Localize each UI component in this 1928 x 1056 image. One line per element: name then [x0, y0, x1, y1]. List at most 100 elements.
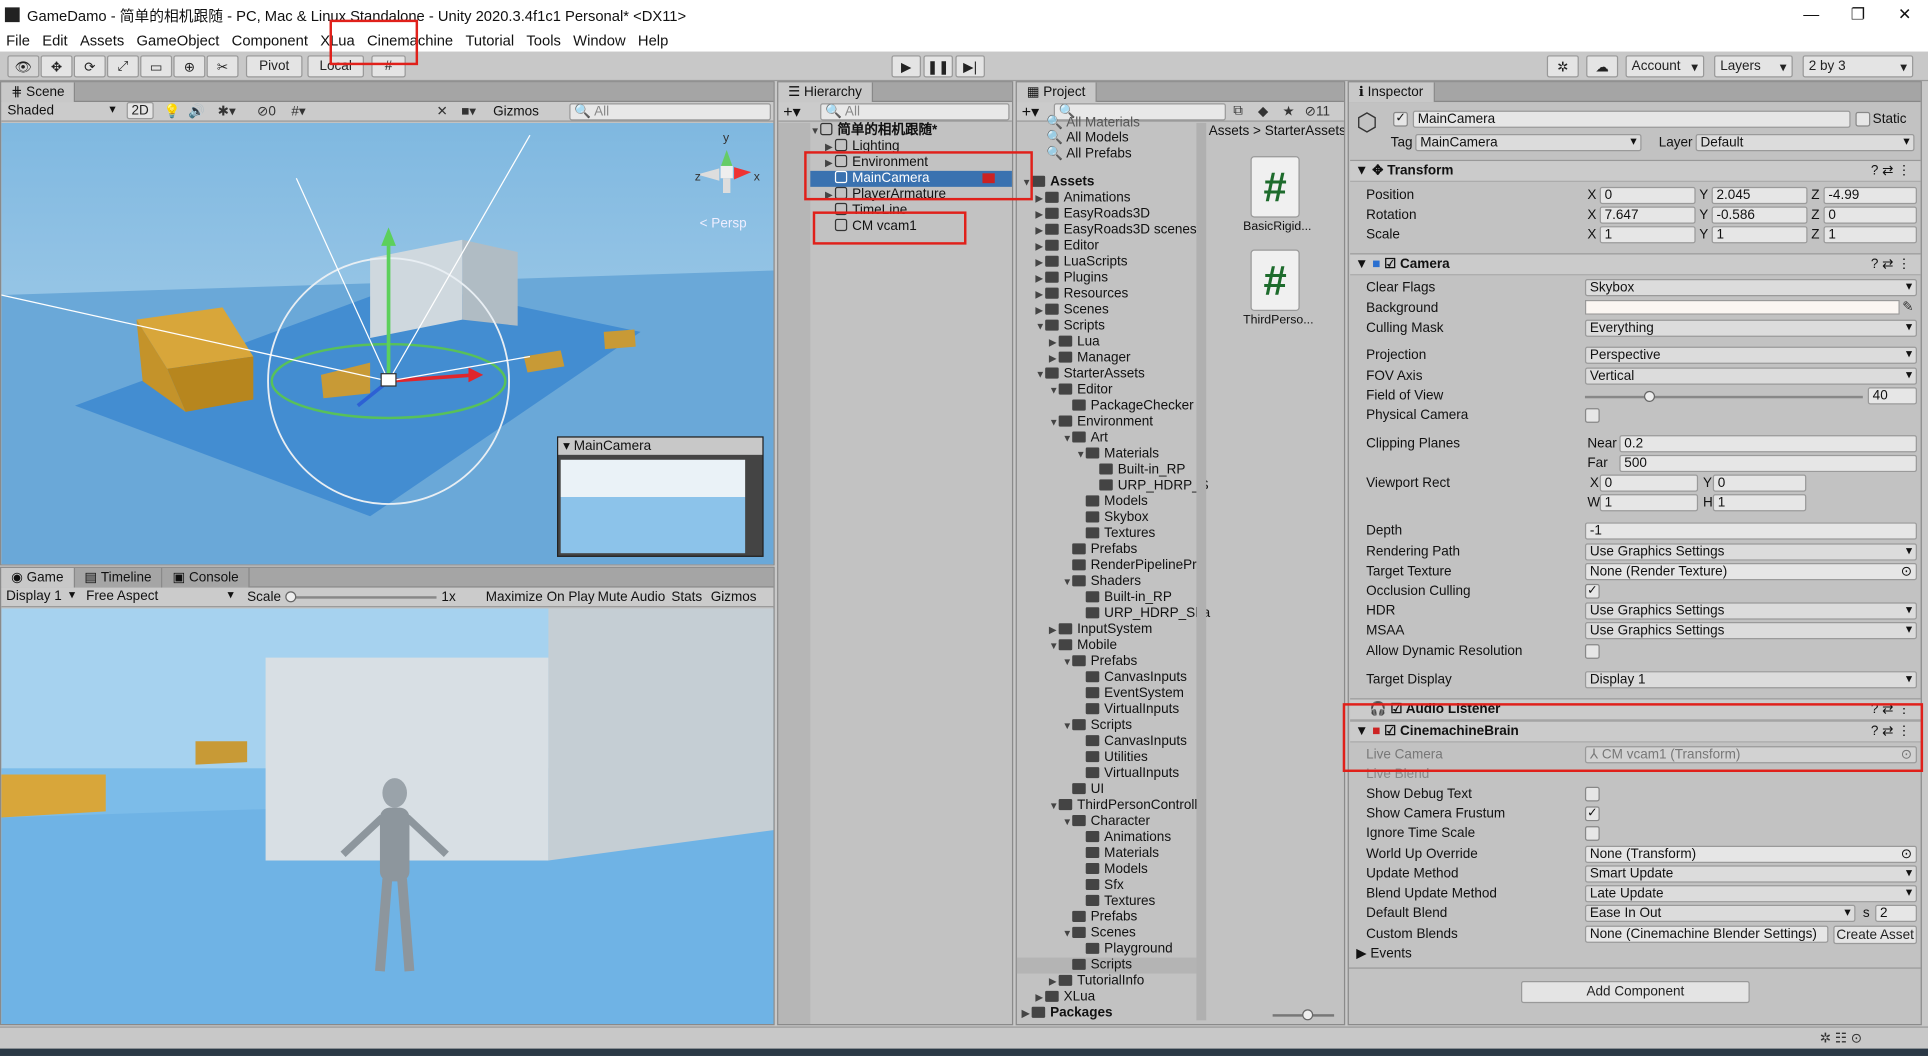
project-folder-row[interactable]: ▶ EasyRoads3D [1035, 207, 1150, 223]
fold-arrow-icon[interactable]: ▶ [1035, 270, 1045, 286]
fold-arrow-icon[interactable]: ▼ [1076, 446, 1086, 462]
fold-arrow-icon[interactable]: ▼ [1035, 366, 1045, 382]
scene-root-row[interactable]: ▼ 简单的相机跟随* [810, 122, 937, 139]
camera-header[interactable]: ▼ ■ ☑ Camera? ⇄ ⋮ [1350, 253, 1921, 276]
default-blend-dropdown[interactable]: Ease In Out [1584, 904, 1856, 922]
fold-arrow-icon[interactable]: ▶ [1035, 990, 1045, 1006]
tag-dropdown[interactable]: MainCamera [1415, 133, 1642, 152]
project-folder-row[interactable]: Scripts [1016, 957, 1197, 974]
blend-time-field[interactable]: 2 [1875, 904, 1917, 922]
project-folder-row[interactable]: ▼ Scripts [1062, 718, 1132, 734]
show-debug-text-checkbox[interactable] [1584, 786, 1600, 802]
position-y-field[interactable]: 2.045 [1711, 186, 1808, 205]
target-display-dropdown[interactable]: Display 1 [1584, 671, 1917, 689]
culling-mask-dropdown[interactable]: Everything [1584, 319, 1917, 337]
audio-icon[interactable]: 🔊 [188, 103, 205, 119]
project-folder-row[interactable]: ▼ Scripts [1035, 318, 1105, 334]
pivot-toggle[interactable]: Pivot [245, 55, 303, 78]
project-folder-row[interactable]: ▼ Prefabs [1062, 654, 1137, 670]
create-asset-button[interactable]: Create Asset [1833, 925, 1917, 945]
fold-arrow-icon[interactable]: ▶ [1035, 191, 1045, 207]
viewport-w-field[interactable]: 1 [1599, 494, 1699, 512]
project-folder-row[interactable]: PackageChecker [1062, 398, 1194, 414]
minimize-button[interactable]: — [1788, 0, 1835, 30]
project-folder-row[interactable]: Utilities [1076, 750, 1148, 766]
mute-audio-toggle[interactable]: Mute Audio [598, 590, 666, 606]
menu-tools[interactable]: Tools [520, 32, 567, 49]
project-folder-row[interactable]: ▶ XLua [1035, 990, 1095, 1006]
maximize-on-play-toggle[interactable]: Maximize On Play [486, 590, 595, 606]
object-name-field[interactable]: MainCamera [1412, 110, 1851, 128]
viewport-x-field[interactable]: 0 [1599, 474, 1699, 492]
clear-flags-dropdown[interactable]: Skybox [1584, 279, 1917, 297]
near-field[interactable]: 0.2 [1619, 435, 1917, 453]
project-folder-row[interactable]: ▼ Shaders [1062, 574, 1141, 590]
fold-arrow-icon[interactable]: ▼ [1062, 926, 1072, 942]
position-z-field[interactable]: -4.99 [1823, 186, 1917, 205]
project-folder-row[interactable]: ▼ ThirdPersonControlle [1049, 798, 1205, 814]
filter-type-icon[interactable]: ⧉ [1233, 103, 1243, 119]
project-folder-row[interactable]: ▶ TutorialInfo [1049, 974, 1144, 990]
fold-arrow-icon[interactable]: ▶ [1035, 302, 1045, 318]
camera-icon[interactable]: ■▾ [461, 103, 476, 119]
events-foldout[interactable]: ▶ Events [1356, 947, 1412, 963]
fold-arrow-icon[interactable]: ▼ [1035, 318, 1045, 334]
favorite-all-prefabs[interactable]: 🔍 All Prefabs [1046, 146, 1131, 162]
update-method-dropdown[interactable]: Smart Update [1584, 865, 1917, 883]
csharp-script-icon[interactable]: # [1250, 249, 1300, 312]
rotate-tool-icon[interactable]: ⟳ [73, 55, 106, 78]
effects-icon[interactable]: ✱▾ [218, 103, 236, 119]
menu-gameobject[interactable]: GameObject [130, 32, 225, 49]
project-folder-row[interactable]: Animations [1076, 830, 1171, 846]
tab-hierarchy[interactable]: ☰ Hierarchy [778, 82, 874, 102]
project-folder-row[interactable]: ▶ Manager [1049, 350, 1131, 366]
collab-icon[interactable]: ✲ [1546, 55, 1579, 78]
tab-console[interactable]: ▣ Console [162, 567, 250, 587]
project-folder-row[interactable]: ▼ Environment [1049, 414, 1153, 430]
menu-component[interactable]: Component [226, 32, 315, 49]
fold-arrow-icon[interactable]: ▼ [1049, 798, 1059, 814]
project-folder-row[interactable]: CanvasInputs [1076, 670, 1187, 686]
fold-arrow-icon[interactable]: ▶ [1022, 1006, 1032, 1022]
fov-field[interactable]: 40 [1867, 387, 1917, 405]
close-button[interactable]: ✕ [1881, 0, 1928, 30]
far-field[interactable]: 500 [1619, 454, 1917, 473]
favorite-star-icon[interactable]: ★ [1282, 103, 1294, 119]
project-folder-row[interactable]: Playground [1076, 942, 1173, 958]
fold-arrow-icon[interactable]: ▶ [1049, 974, 1059, 990]
menu-help[interactable]: Help [632, 32, 675, 49]
stats-toggle[interactable]: Stats [671, 590, 702, 606]
rotation-y-field[interactable]: -0.586 [1711, 206, 1808, 224]
fold-arrow-icon[interactable]: ▶ [1035, 207, 1045, 223]
project-folder-row[interactable]: Materials [1076, 846, 1159, 862]
fold-arrow-icon[interactable]: ▼ [1062, 430, 1072, 446]
breadcrumb-assets[interactable]: Assets [1209, 124, 1250, 139]
fold-arrow-icon[interactable]: ▼ [1062, 718, 1072, 734]
project-folder-row[interactable]: ▼ Character [1062, 814, 1150, 830]
account-dropdown[interactable]: Account ▾ [1625, 55, 1705, 78]
rect-tool-icon[interactable]: ▭ [140, 55, 173, 78]
filter-label-icon[interactable]: ◆ [1258, 103, 1268, 119]
step-button[interactable]: ▶| [955, 55, 985, 78]
tab-game[interactable]: ◉ Game [1, 567, 75, 587]
hierarchy-search-input[interactable]: 🔍 All [820, 103, 1010, 121]
project-folder-row[interactable]: ▼ Mobile [1049, 638, 1117, 654]
project-folder-row[interactable]: EventSystem [1076, 686, 1184, 702]
hdr-dropdown[interactable]: Use Graphics Settings [1584, 602, 1917, 620]
cloud-icon[interactable]: ☁ [1586, 55, 1619, 78]
ignore-time-scale-checkbox[interactable] [1584, 826, 1600, 841]
hidden-objects-icon[interactable]: ⊘0 [257, 103, 276, 119]
fold-arrow-icon[interactable]: ▶ [1035, 238, 1045, 254]
lighting-icon[interactable]: 💡 [164, 103, 181, 119]
persp-label[interactable]: < Persp [700, 216, 747, 232]
maximize-button[interactable]: ❐ [1835, 0, 1882, 30]
msaa-dropdown[interactable]: Use Graphics Settings [1584, 622, 1917, 640]
position-x-field[interactable]: 0 [1599, 186, 1696, 205]
game-gizmos-dropdown[interactable]: Gizmos [711, 590, 757, 606]
layout-dropdown[interactable]: 2 by 3 ▾ [1802, 55, 1914, 78]
occlusion-culling-checkbox[interactable]: ✓ [1584, 583, 1600, 599]
project-folder-row[interactable]: ▶ Editor [1035, 238, 1099, 254]
icon-size-slider[interactable] [1272, 1009, 1335, 1021]
fold-arrow-icon[interactable]: ▶ [1035, 254, 1045, 270]
scale-tool-icon[interactable]: ⤢ [106, 55, 139, 78]
